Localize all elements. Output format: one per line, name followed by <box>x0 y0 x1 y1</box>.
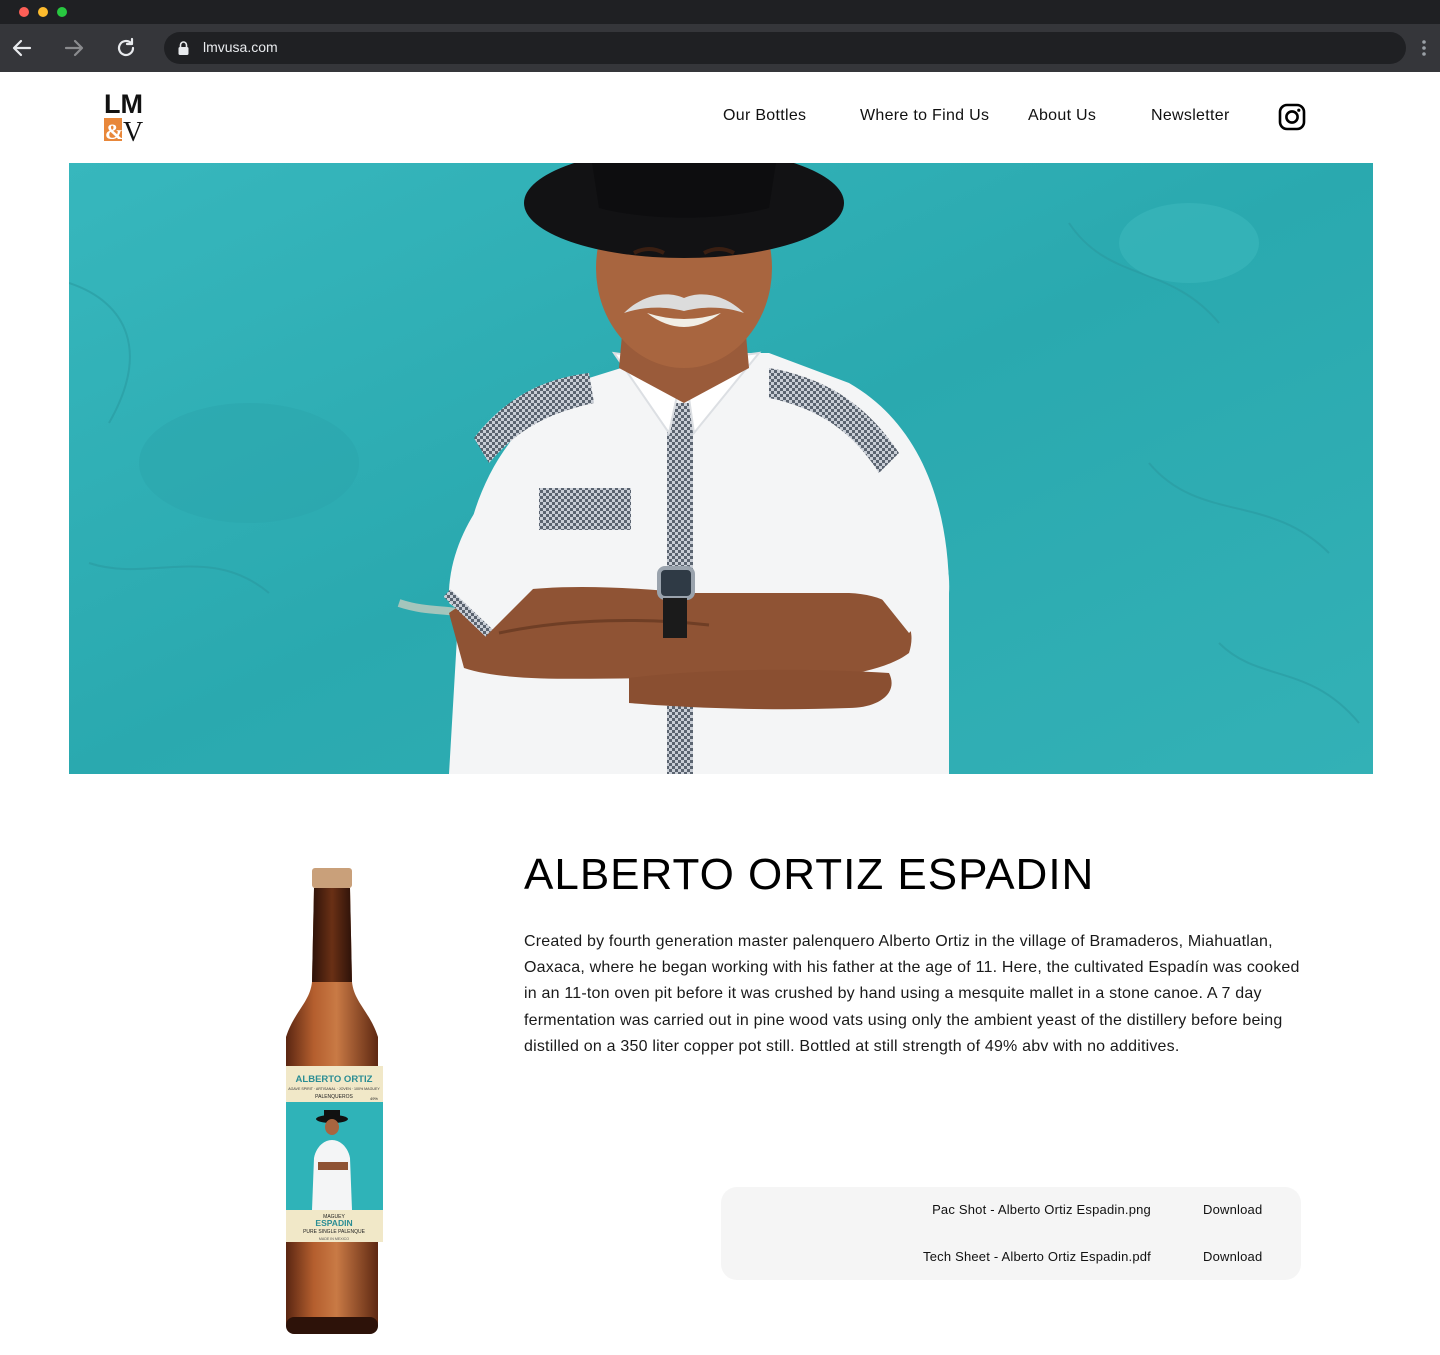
download-row: Tech Sheet - Alberto Ortiz Espadin.pdf D… <box>721 1249 1301 1269</box>
hero-image <box>69 163 1373 774</box>
bottle-label-brand: PALENQUEROS <box>315 1094 353 1100</box>
minimize-window-button[interactable] <box>38 7 48 17</box>
bottle-label-origin: MADE IN MEXICO <box>319 1237 349 1241</box>
nav-our-bottles[interactable]: Our Bottles <box>723 107 806 125</box>
svg-text:&: & <box>105 119 123 144</box>
lmv-logo[interactable]: LM & V <box>104 88 154 144</box>
browser-titlebar <box>0 0 1440 24</box>
download-filename: Tech Sheet - Alberto Ortiz Espadin.pdf <box>923 1249 1151 1264</box>
product-description: Created by fourth generation master pale… <box>524 933 1300 1055</box>
bottle-label-type: PURE SINGLE PALENQUE <box>303 1229 366 1235</box>
bottle-label-subline: AGAVE SPIRIT · ARTISANAL · JOVEN · 100% … <box>288 1087 380 1091</box>
instagram-icon[interactable] <box>1278 103 1306 131</box>
browser-menu-icon[interactable] <box>1418 38 1430 58</box>
address-bar[interactable]: lmvusa.com <box>164 32 1406 64</box>
svg-text:LM: LM <box>104 89 143 119</box>
product-title: ALBERTO ORTIZ ESPADIN <box>524 850 1095 899</box>
bottle-label-abv: 49% <box>370 1096 378 1101</box>
lock-icon <box>178 41 189 55</box>
close-window-button[interactable] <box>19 7 29 17</box>
nav-about-us[interactable]: About Us <box>1028 107 1096 125</box>
product-bottle-image: ALBERTO ORTIZ AGAVE SPIRIT · ARTISANAL ·… <box>286 868 383 1334</box>
browser-toolbar: lmvusa.com <box>0 24 1440 72</box>
downloads-panel: Pac Shot - Alberto Ortiz Espadin.png Dow… <box>721 1187 1301 1280</box>
hero-portrait <box>69 163 1373 774</box>
download-row: Pac Shot - Alberto Ortiz Espadin.png Dow… <box>721 1202 1301 1222</box>
bottle-label-variety: ESPADIN <box>315 1218 352 1228</box>
back-button[interactable] <box>8 34 36 62</box>
nav-where-to-find-us[interactable]: Where to Find Us <box>860 107 989 125</box>
forward-button[interactable] <box>60 34 88 62</box>
reload-button[interactable] <box>112 34 140 62</box>
arrow-left-icon <box>12 39 32 57</box>
svg-text:V: V <box>123 117 143 144</box>
reload-icon <box>117 37 135 57</box>
bottle-label-name: ALBERTO ORTIZ <box>296 1074 373 1085</box>
download-filename: Pac Shot - Alberto Ortiz Espadin.png <box>932 1202 1151 1217</box>
download-link-tech-sheet[interactable]: Download <box>1203 1249 1262 1264</box>
maximize-window-button[interactable] <box>57 7 67 17</box>
nav-newsletter[interactable]: Newsletter <box>1151 107 1230 125</box>
site-header: LM & V Our Bottles Where to Find Us Abou… <box>0 72 1440 163</box>
download-link-pac-shot[interactable]: Download <box>1203 1202 1262 1217</box>
url-text: lmvusa.com <box>203 39 278 55</box>
arrow-right-icon <box>64 39 84 57</box>
